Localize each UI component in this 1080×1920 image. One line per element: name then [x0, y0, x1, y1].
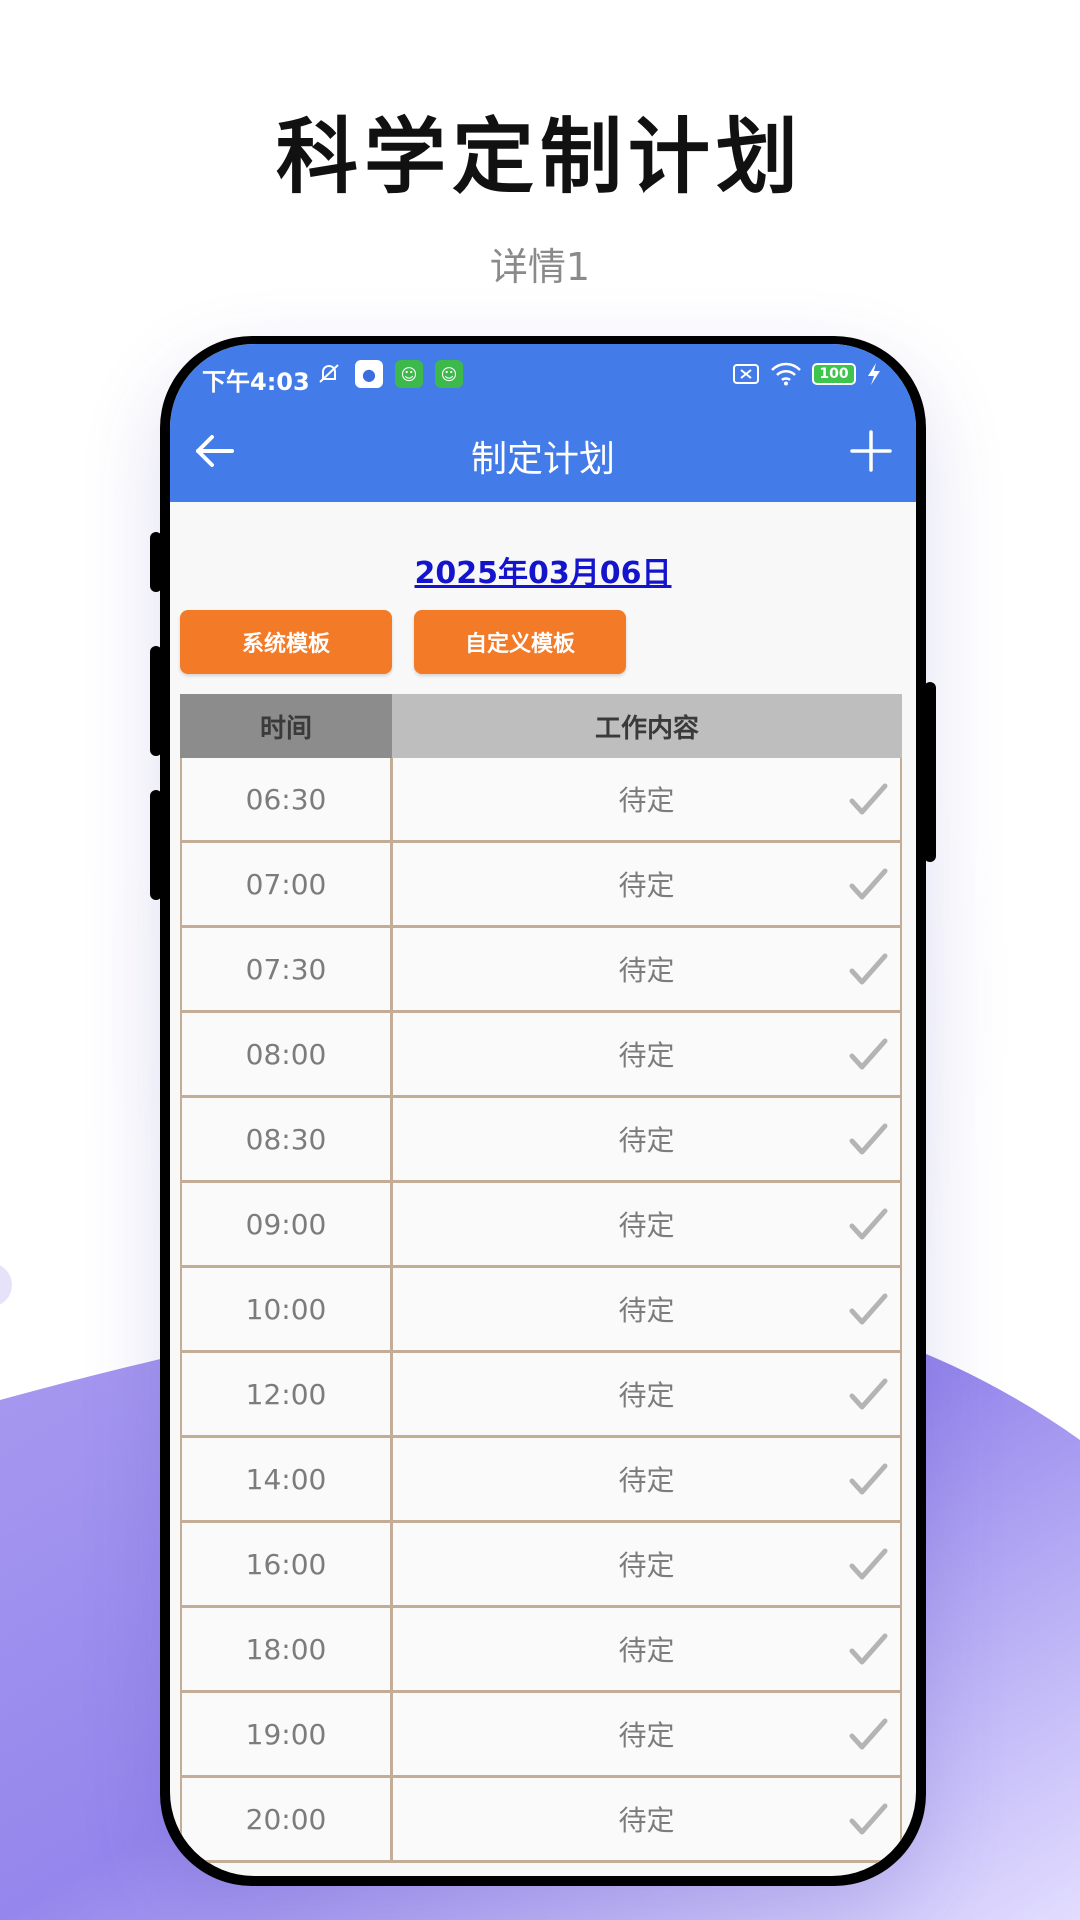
checkmark-icon[interactable]: [848, 1715, 888, 1755]
checkmark-icon[interactable]: [848, 1035, 888, 1075]
row-time: 16:00: [182, 1523, 393, 1605]
table-row[interactable]: 08:30 待定: [180, 1098, 902, 1183]
phone-side-button: [150, 532, 162, 592]
row-time: 20:00: [182, 1778, 393, 1860]
checkmark-icon[interactable]: [848, 1630, 888, 1670]
table-row[interactable]: 07:30 待定: [180, 928, 902, 1013]
add-button[interactable]: [848, 428, 894, 474]
table-body: 06:30 待定 07:00 待定 07:30 待定 08:00 待定 08:30 待定 09:00…: [180, 758, 902, 1863]
table-row[interactable]: 14:00 待定: [180, 1438, 902, 1523]
sim-x-icon: [733, 364, 759, 384]
system-template-button[interactable]: 系统模板: [180, 610, 392, 674]
row-content-text: 待定: [618, 784, 675, 817]
status-time: 下午4:03: [202, 368, 310, 396]
table-row[interactable]: 07:00 待定: [180, 843, 902, 928]
row-content-text: 待定: [618, 1124, 675, 1157]
table-row[interactable]: 20:00 待定: [180, 1778, 902, 1863]
row-time: 07:00: [182, 843, 393, 925]
table-row[interactable]: 10:00 待定: [180, 1268, 902, 1353]
row-time: 08:30: [182, 1098, 393, 1180]
checkmark-icon[interactable]: [848, 950, 888, 990]
phone-frame: 下午4:03 ● ☺ ☺ 100 制定计划 2025年03月06日 系统模板 自…: [150, 336, 936, 1886]
row-content[interactable]: 待定: [393, 1693, 900, 1775]
checkmark-icon[interactable]: [848, 1460, 888, 1500]
checkmark-icon[interactable]: [848, 780, 888, 820]
row-content-text: 待定: [618, 1634, 675, 1667]
row-content[interactable]: 待定: [393, 928, 900, 1010]
row-content[interactable]: 待定: [393, 1098, 900, 1180]
app-robot-icon: ☺: [395, 360, 423, 388]
checkmark-icon[interactable]: [848, 865, 888, 905]
phone-side-button: [150, 646, 162, 756]
baidu-paw-icon: ●: [355, 360, 383, 388]
phone-screen: 下午4:03 ● ☺ ☺ 100 制定计划 2025年03月06日 系统模板 自…: [170, 344, 916, 1876]
row-content-text: 待定: [618, 1549, 675, 1582]
row-content[interactable]: 待定: [393, 1013, 900, 1095]
status-icons-right: 100: [732, 362, 882, 386]
row-time: 09:00: [182, 1183, 393, 1265]
row-time: 08:00: [182, 1013, 393, 1095]
status-icons-left: ● ☺ ☺: [315, 360, 463, 388]
app-title: 制定计划: [470, 439, 615, 480]
table-row[interactable]: 19:00 待定: [180, 1693, 902, 1778]
row-time: 12:00: [182, 1353, 393, 1435]
app-header: 下午4:03 ● ☺ ☺ 100 制定计划: [170, 344, 916, 502]
header-time: 时间: [180, 694, 392, 758]
row-content[interactable]: 待定: [393, 1608, 900, 1690]
date-picker-link[interactable]: 2025年03月06日: [170, 548, 916, 592]
row-content-text: 待定: [618, 1294, 675, 1327]
checkmark-icon[interactable]: [848, 1120, 888, 1160]
promo-title: 科学定制计划: [275, 110, 804, 205]
row-content[interactable]: 待定: [393, 1268, 900, 1350]
table-row[interactable]: 06:30 待定: [180, 758, 902, 843]
checkmark-icon[interactable]: [848, 1800, 888, 1840]
row-content[interactable]: 待定: [393, 1438, 900, 1520]
row-content-text: 待定: [618, 1039, 675, 1072]
row-content-text: 待定: [618, 1464, 675, 1497]
custom-template-button[interactable]: 自定义模板: [414, 610, 626, 674]
row-content[interactable]: 待定: [393, 1523, 900, 1605]
table-header: 时间 工作内容: [180, 694, 902, 758]
row-time: 07:30: [182, 928, 393, 1010]
row-content[interactable]: 待定: [393, 1778, 900, 1860]
row-time: 14:00: [182, 1438, 393, 1520]
row-time: 06:30: [182, 758, 393, 840]
phone-side-button: [150, 790, 162, 900]
row-content-text: 待定: [618, 869, 675, 902]
table-row[interactable]: 16:00 待定: [180, 1523, 902, 1608]
row-content[interactable]: 待定: [393, 1353, 900, 1435]
phone-side-button: [924, 682, 936, 862]
checkmark-icon[interactable]: [848, 1375, 888, 1415]
row-time: 10:00: [182, 1268, 393, 1350]
row-time: 18:00: [182, 1608, 393, 1690]
charging-icon: [868, 363, 880, 385]
wifi-icon: [771, 362, 801, 386]
checkmark-icon[interactable]: [848, 1545, 888, 1585]
promo-subtitle: 详情1: [489, 245, 591, 289]
table-row[interactable]: 09:00 待定: [180, 1183, 902, 1268]
row-content[interactable]: 待定: [393, 843, 900, 925]
row-content-text: 待定: [618, 1379, 675, 1412]
battery-icon: 100: [812, 363, 856, 385]
table-row[interactable]: 08:00 待定: [180, 1013, 902, 1098]
row-content[interactable]: 待定: [393, 758, 900, 840]
app-robot-icon: ☺: [435, 360, 463, 388]
bell-off-icon: [319, 364, 339, 383]
table-row[interactable]: 12:00 待定: [180, 1353, 902, 1438]
header-content: 工作内容: [392, 694, 902, 758]
row-content-text: 待定: [618, 1209, 675, 1242]
table-row[interactable]: 18:00 待定: [180, 1608, 902, 1693]
row-content-text: 待定: [618, 954, 675, 987]
row-content-text: 待定: [618, 1804, 675, 1837]
plan-table: 时间 工作内容 06:30 待定 07:00 待定 07:30 待定 08:00 待定 08:3…: [180, 694, 902, 1863]
checkmark-icon[interactable]: [848, 1205, 888, 1245]
row-content[interactable]: 待定: [393, 1183, 900, 1265]
row-time: 19:00: [182, 1693, 393, 1775]
checkmark-icon[interactable]: [848, 1290, 888, 1330]
row-content-text: 待定: [618, 1719, 675, 1752]
